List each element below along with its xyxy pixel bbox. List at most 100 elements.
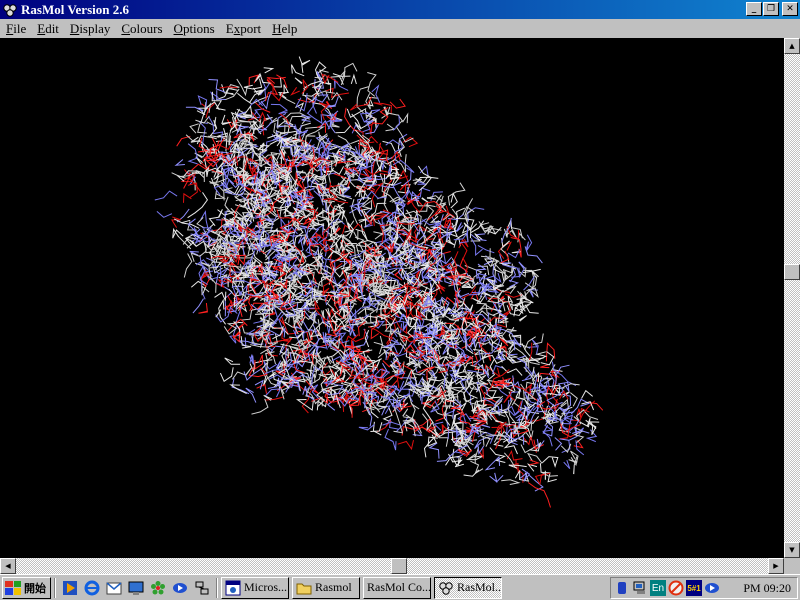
app-window-icon bbox=[225, 580, 241, 595]
bond bbox=[477, 244, 495, 254]
bond bbox=[373, 231, 384, 240]
bond bbox=[414, 417, 432, 429]
menu-export[interactable]: Export bbox=[220, 21, 266, 37]
folder-icon bbox=[296, 583, 312, 594]
scroll-right-button[interactable]: ▶ bbox=[768, 558, 784, 574]
menu-display[interactable]: Display bbox=[64, 21, 115, 37]
bond bbox=[540, 364, 550, 369]
task-button-microsoft[interactable]: Micros... bbox=[221, 576, 289, 599]
bond bbox=[154, 190, 178, 201]
bond bbox=[364, 306, 374, 316]
bond bbox=[527, 482, 551, 508]
bond bbox=[294, 77, 303, 85]
show-desktop-icon[interactable] bbox=[128, 580, 144, 596]
bond bbox=[221, 114, 232, 126]
bond bbox=[361, 199, 373, 210]
bond bbox=[245, 387, 257, 403]
bond bbox=[384, 429, 397, 451]
bond bbox=[262, 117, 266, 136]
vertical-scrollbar[interactable]: ▲ ▼ bbox=[784, 38, 800, 558]
bond bbox=[181, 219, 191, 224]
internet-explorer-icon[interactable] bbox=[84, 580, 100, 596]
task-label: RasMol... bbox=[457, 580, 502, 594]
scroll-up-button[interactable]: ▲ bbox=[784, 38, 800, 54]
antivirus-icon[interactable] bbox=[668, 580, 684, 596]
scroll-down-button[interactable]: ▼ bbox=[784, 542, 800, 558]
bond bbox=[350, 199, 359, 225]
bond bbox=[295, 399, 314, 411]
bond bbox=[270, 103, 288, 115]
bond bbox=[187, 143, 198, 165]
language-en-icon[interactable]: En bbox=[650, 580, 666, 596]
molecule-viewport[interactable] bbox=[0, 38, 784, 558]
rasmol-app-icon[interactable] bbox=[2, 2, 18, 18]
bond bbox=[192, 298, 204, 314]
bond bbox=[389, 98, 406, 109]
input-method-icon[interactable]: 5#1 bbox=[686, 580, 702, 596]
bond bbox=[322, 331, 332, 342]
bond bbox=[484, 455, 501, 471]
bond bbox=[378, 162, 383, 172]
horizontal-scroll-thumb[interactable] bbox=[391, 558, 407, 574]
scroll-left-button[interactable]: ◀ bbox=[0, 558, 16, 574]
taskbar: 開始 Micros... Rasmol RasMol Co... RasMol.… bbox=[0, 574, 800, 600]
bond bbox=[445, 455, 462, 466]
bond bbox=[461, 286, 477, 307]
clock[interactable]: PM 09:20 bbox=[743, 581, 791, 596]
quick-launch-bar bbox=[59, 580, 213, 596]
taskbar-separator bbox=[54, 577, 56, 598]
menu-options[interactable]: Options bbox=[168, 21, 220, 37]
bond bbox=[248, 74, 259, 87]
bond bbox=[373, 335, 384, 346]
horizontal-scrollbar[interactable]: ◀ ▶ bbox=[0, 558, 784, 574]
bond bbox=[403, 170, 412, 186]
bond bbox=[472, 294, 486, 304]
bond bbox=[443, 296, 455, 307]
bond bbox=[563, 460, 571, 470]
bond bbox=[301, 114, 312, 122]
network-icon[interactable] bbox=[194, 580, 210, 596]
msn-tray-icon[interactable] bbox=[704, 580, 720, 596]
msn-icon[interactable] bbox=[172, 580, 188, 596]
outlook-express-icon[interactable] bbox=[106, 580, 122, 596]
bond bbox=[183, 192, 192, 203]
maximize-button[interactable]: ❐ bbox=[763, 2, 779, 16]
task-button-rasmol-command[interactable]: RasMol Co... bbox=[363, 576, 431, 599]
bond bbox=[391, 307, 410, 309]
bond bbox=[173, 218, 200, 229]
minimize-button[interactable]: _ bbox=[746, 2, 762, 16]
bond bbox=[475, 303, 493, 314]
bond bbox=[224, 196, 231, 213]
menu-help[interactable]: Help bbox=[266, 21, 302, 37]
start-button[interactable]: 開始 bbox=[2, 576, 51, 599]
bond bbox=[371, 84, 381, 103]
bond bbox=[501, 365, 523, 376]
vertical-scroll-thumb[interactable] bbox=[784, 264, 800, 280]
rasmol-icon bbox=[439, 581, 453, 595]
bond bbox=[174, 159, 185, 166]
bond bbox=[305, 126, 326, 136]
bond bbox=[376, 293, 386, 297]
bond bbox=[489, 472, 504, 483]
speaker-icon[interactable] bbox=[614, 580, 630, 596]
bond bbox=[358, 423, 375, 431]
bond bbox=[489, 447, 506, 463]
icq-icon[interactable] bbox=[150, 580, 166, 596]
menu-file[interactable]: File bbox=[0, 21, 31, 37]
menu-colours[interactable]: Colours bbox=[115, 21, 167, 37]
window-controls: _ ❐ ✕ bbox=[745, 2, 798, 16]
close-button[interactable]: ✕ bbox=[782, 2, 798, 16]
bond bbox=[516, 297, 534, 307]
bond bbox=[196, 217, 206, 229]
molecule-wireframe bbox=[154, 56, 604, 508]
media-player-icon[interactable] bbox=[62, 580, 78, 596]
menu-edit[interactable]: Edit bbox=[31, 21, 64, 37]
title-bar: RasMol Version 2.6 _ ❐ ✕ bbox=[0, 0, 800, 19]
network-tray-icon[interactable] bbox=[632, 580, 648, 596]
bond bbox=[350, 73, 357, 85]
taskbar-separator bbox=[216, 577, 218, 598]
bond bbox=[231, 367, 252, 380]
task-button-rasmol-active[interactable]: RasMol... bbox=[434, 576, 502, 599]
task-button-rasmol-folder[interactable]: Rasmol bbox=[292, 576, 360, 599]
start-label: 開始 bbox=[24, 581, 46, 595]
